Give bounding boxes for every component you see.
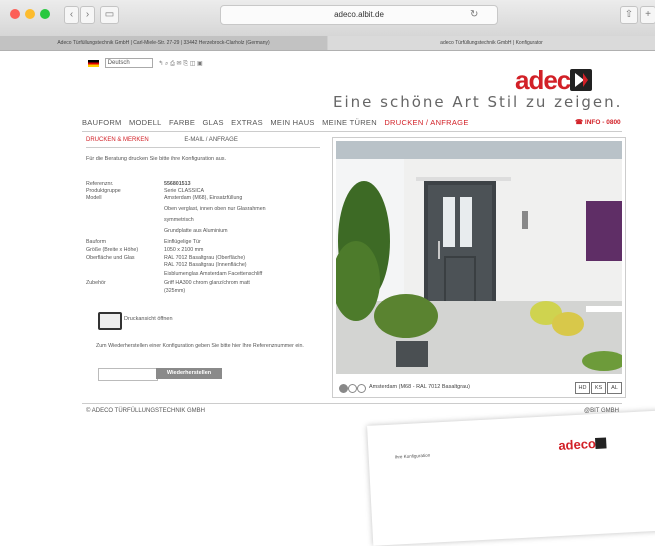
build-label: Bauform bbox=[86, 239, 107, 245]
ks-button[interactable]: KS bbox=[591, 382, 606, 394]
menu-extras[interactable]: EXTRAS bbox=[231, 118, 263, 127]
browser-toolbar: ‹ › ▭ adeco.albit.de ↻ ⇧ + bbox=[0, 0, 655, 37]
zoom-window-icon[interactable] bbox=[40, 9, 50, 19]
main-menu: BAUFORM MODELL FARBE GLAS EXTRAS MEIN HA… bbox=[82, 118, 622, 130]
printout-text: Ihre Konfiguration bbox=[394, 452, 431, 460]
ref-label: Referenznr. bbox=[86, 181, 114, 187]
printer-icon[interactable] bbox=[98, 312, 122, 330]
menu-glas[interactable]: GLAS bbox=[203, 118, 224, 127]
tab-company[interactable]: Adeco Türfüllungstechnik GmbH | Carl-Mie… bbox=[0, 36, 327, 50]
printout-logo: adeco bbox=[557, 435, 597, 453]
tab-configurator[interactable]: adeco Türfüllungstechnik GmbH | Konfigur… bbox=[328, 36, 655, 50]
back-icon[interactable]: ‹ bbox=[64, 6, 79, 24]
print-view-link[interactable]: Druckansicht öffnen bbox=[124, 316, 173, 322]
footer-copyright: © ADECO TÜRFÜLLUNGSTECHNIK GMBH bbox=[86, 408, 205, 414]
info-label: INFO - 0800 bbox=[584, 119, 621, 126]
menu-farbe[interactable]: FARBE bbox=[169, 118, 195, 127]
group-label: Produktgruppe bbox=[86, 188, 121, 194]
close-window-icon[interactable] bbox=[10, 9, 20, 19]
printout-sheet: Ihre Konfiguration adeco bbox=[367, 410, 655, 546]
al-button[interactable]: AL bbox=[607, 382, 622, 394]
surface-label: Oberfläche und Glas bbox=[86, 255, 135, 261]
logo-mark-icon bbox=[570, 69, 592, 91]
footer-divider bbox=[82, 403, 622, 404]
url-bar[interactable]: adeco.albit.de bbox=[220, 5, 498, 25]
door-preview: Amsterdam (M68 - RAL 7012 Basaltgrau) HD… bbox=[332, 137, 626, 398]
accessory-label: Zubehör bbox=[86, 280, 106, 286]
tab-drucken-merken[interactable]: DRUCKEN & MERKEN bbox=[86, 137, 149, 143]
hd-button[interactable]: HD bbox=[575, 382, 590, 394]
surface-value-2: RAL 7012 Basaltgrau (Innenfläche) bbox=[164, 262, 247, 268]
intro-text: Für die Beratung drucken Sie bitte ihre … bbox=[86, 156, 227, 162]
share-icon[interactable]: ⇧ bbox=[620, 6, 638, 24]
language-select[interactable]: Deutsch bbox=[104, 58, 153, 68]
menu-modell[interactable]: MODELL bbox=[129, 118, 162, 127]
house-photo bbox=[336, 141, 622, 374]
reference-number-input[interactable] bbox=[98, 368, 158, 381]
restore-hint: Zum Wiederherstellen einer Konfiguration… bbox=[96, 343, 304, 349]
pager-dot-2[interactable] bbox=[348, 384, 357, 393]
pager-dot-3[interactable] bbox=[357, 384, 366, 393]
menu-bauform[interactable]: BAUFORM bbox=[82, 118, 122, 127]
menu-meine-tueren[interactable]: MEINE TÜREN bbox=[322, 118, 377, 127]
group-value: Serie CLASSICA bbox=[164, 188, 205, 194]
house-scene-image bbox=[336, 141, 622, 374]
phone-icon: ☎ bbox=[575, 119, 585, 126]
surface-value-3: Eisblumenglas Amsterdam Facettenschliff bbox=[164, 271, 263, 277]
build-value: Einflügelige Tür bbox=[164, 239, 201, 245]
size-label: Größe (Breite x Höhe) bbox=[86, 247, 139, 253]
model-value-2: Oben verglast, innen oben nur Glasrahmen bbox=[164, 206, 266, 212]
printout-logo-mark-icon bbox=[595, 437, 607, 450]
subtab-divider bbox=[86, 147, 320, 148]
tabs-icon[interactable]: + bbox=[640, 6, 655, 24]
model-value-4: Grundplatte aus Aluminium bbox=[164, 228, 228, 234]
tab-email-anfrage[interactable]: E-MAIL / ANFRAGE bbox=[184, 137, 237, 143]
accessory-value-2: (325mm) bbox=[164, 288, 186, 294]
size-value: 1050 x 2100 mm bbox=[164, 247, 204, 253]
ref-value: 556801513 bbox=[164, 181, 191, 187]
language-bar: Deutsch ↰ ⌕ ⎙ ✉ ⎘ ◫ ▣ bbox=[88, 58, 203, 68]
forward-icon[interactable]: › bbox=[80, 6, 95, 24]
photo-caption: Amsterdam (M68 - RAL 7012 Basaltgrau) bbox=[369, 384, 470, 390]
german-flag-icon[interactable] bbox=[88, 59, 99, 67]
surface-value-1: RAL 7012 Basaltgrau (Oberfläche) bbox=[164, 255, 246, 261]
page-content: Deutsch ↰ ⌕ ⎙ ✉ ⎘ ◫ ▣ adeco Eine schöne … bbox=[0, 51, 655, 546]
sub-tabs: DRUCKEN & MERKEN E-MAIL / ANFRAGE bbox=[86, 137, 238, 143]
model-label: Modell bbox=[86, 195, 102, 201]
tool-icons[interactable]: ↰ ⌕ ⎙ ✉ ⎘ ◫ ▣ bbox=[158, 61, 202, 67]
pager-dot-1[interactable] bbox=[339, 384, 348, 393]
info-hotline[interactable]: ☎ INFO - 0800 bbox=[575, 118, 621, 126]
slogan: Eine schöne Art Stil zu zeigen. bbox=[333, 93, 623, 111]
minimize-window-icon[interactable] bbox=[25, 9, 35, 19]
tab-bar: Adeco Türfüllungstechnik GmbH | Carl-Mie… bbox=[0, 36, 655, 51]
model-value-1: Amsterdam (M68), Einsatzfüllung bbox=[164, 195, 243, 201]
restore-button[interactable]: Wiederherstellen bbox=[156, 368, 222, 379]
menu-divider bbox=[82, 131, 622, 132]
sidebar-icon[interactable]: ▭ bbox=[100, 6, 119, 24]
menu-mein-haus[interactable]: MEIN HAUS bbox=[270, 118, 314, 127]
accessory-value-1: Griff HA300 chrom glanz/chrom matt bbox=[164, 280, 250, 286]
model-value-3: symmetrisch bbox=[164, 217, 194, 223]
menu-drucken-anfrage[interactable]: DRUCKEN / ANFRAGE bbox=[384, 118, 468, 127]
